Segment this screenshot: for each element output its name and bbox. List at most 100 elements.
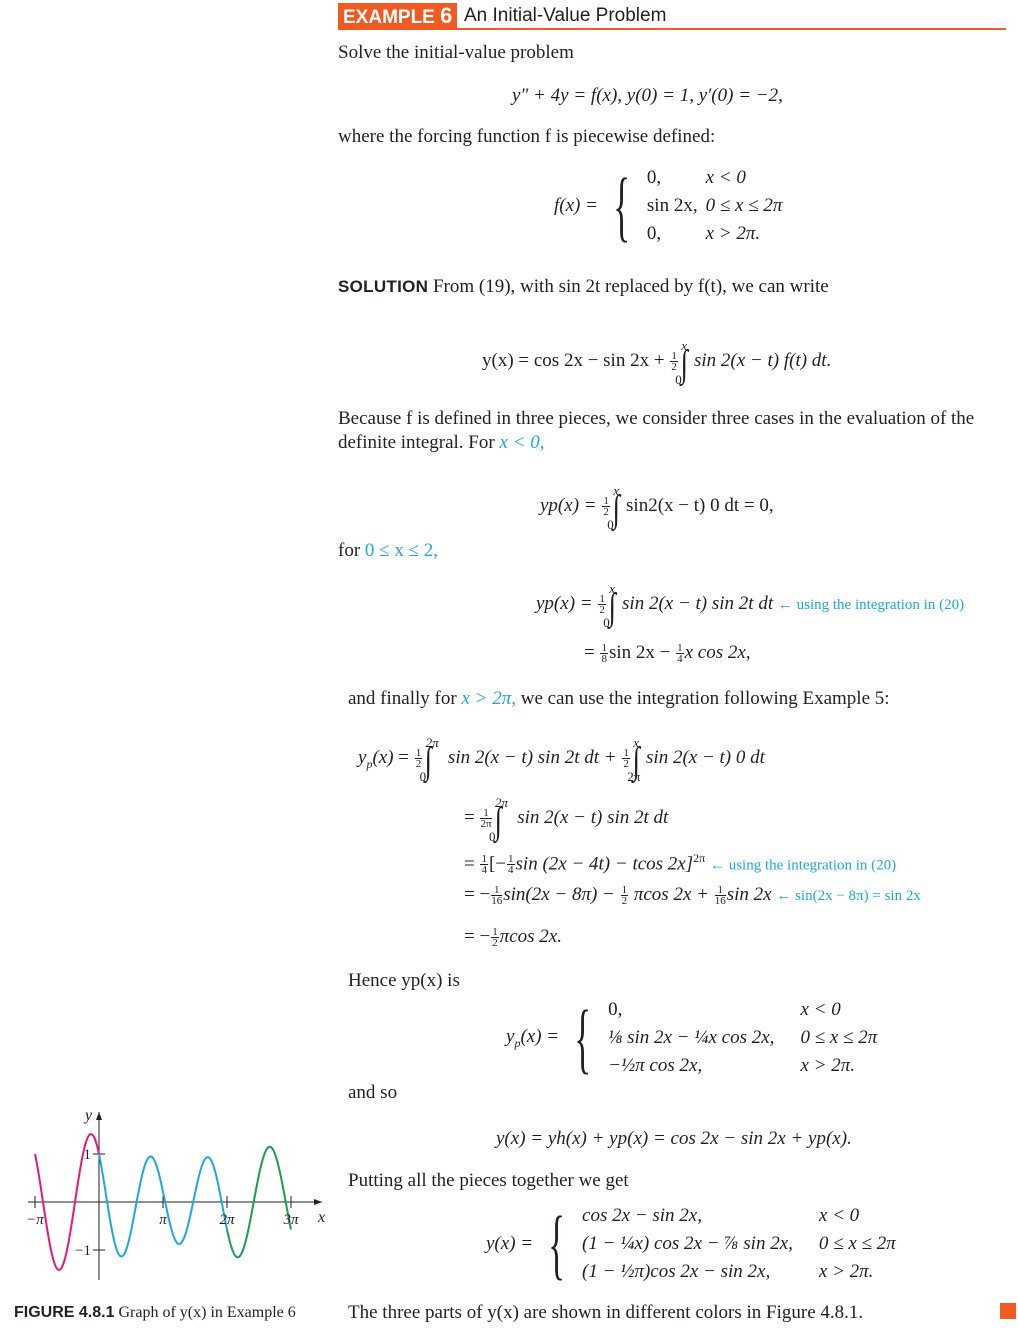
- left-brace: {: [612, 162, 630, 249]
- axes: [28, 1112, 322, 1280]
- case-cond: x > 2π.: [818, 1261, 874, 1282]
- case-expr: ⅛ sin 2x − ¼x cos 2x,: [608, 1027, 775, 1048]
- condition-middle: 0 ≤ x ≤ 2,: [364, 540, 439, 561]
- eq-integrand: sin 2(x − t) sin 2t dt: [622, 593, 774, 614]
- x-axis-label: x: [317, 1209, 325, 1226]
- case-expr: −½π cos 2x,: [608, 1055, 703, 1076]
- case-expr: sin 2x,: [646, 195, 698, 216]
- case-expr: 0,: [646, 167, 662, 188]
- example-tag-number: 6: [440, 3, 453, 28]
- note-sin-identity: ← sin(2x − 8π) = sin 2x: [776, 888, 921, 904]
- yp-large-line4: = −1 16 sin(2x − 8π) − 12 πcos 2x + 1 16 sin…: [464, 884, 921, 908]
- yp-cases: 0, x < 0 ⅛ sin 2x − ¼x cos 2x, 0 ≤ x ≤ 2π …: [606, 996, 883, 1080]
- eq-part: sin 2(x − t) sin 2t dt: [517, 807, 669, 828]
- left-brace: {: [548, 1200, 565, 1287]
- eq-part: sin 2x: [726, 884, 772, 905]
- note-integration: ← using the integration in (20): [777, 597, 965, 613]
- eq-part: πcos 2x +: [629, 884, 714, 905]
- fraction-half: 12: [670, 350, 678, 374]
- y-tick-label: 1: [84, 1147, 92, 1163]
- eq-part: sin (2x − 4t) − tcos 2x]: [515, 853, 694, 875]
- eq-integrand: sin 2(x − t) f(t) dt.: [693, 350, 832, 371]
- result-part: sin 2x −: [608, 642, 676, 663]
- because-line: Because f is defined in three pieces, we…: [338, 408, 975, 429]
- x-tick-label: 3π: [282, 1212, 299, 1228]
- y-cases: cos 2x − sin 2x, x < 0 (1 − ¼x) cos 2x − …: [580, 1202, 902, 1286]
- eq-part: πcos 2x.: [499, 926, 562, 947]
- condition-large: x > 2π,: [461, 688, 516, 709]
- case-cond: x < 0: [800, 999, 841, 1020]
- example-tag: EXAMPLE 6: [338, 3, 458, 29]
- y-sum-equation: y(x) = yh(x) + yp(x) = cos 2x − sin 2x +…: [496, 1128, 852, 1149]
- case-cond: x > 2π.: [800, 1055, 855, 1076]
- ivp-equation: y″ + 4y = f(x), y(0) = 1, y′(0) = −2,: [512, 85, 783, 106]
- for-text: for: [338, 540, 365, 561]
- for-line: for 0 ≤ x ≤ 2,: [338, 540, 438, 562]
- eq-part: [−: [488, 853, 507, 875]
- definite-line: definite integral. For x < 0,: [338, 432, 544, 454]
- condition-negative: x < 0,: [499, 432, 545, 453]
- solution-text: From (19), with sin 2t replaced by f(t),…: [432, 276, 829, 297]
- y-axis-arrow: [96, 1112, 102, 1120]
- case-cond: x < 0: [705, 167, 746, 188]
- and-so-line: and so: [348, 1082, 398, 1103]
- yp-large-line2: = 1 2π ∫ 2π 0 sin 2(x − t) sin 2t dt: [464, 795, 669, 844]
- closing-line: The three parts of y(x) are shown in dif…: [348, 1302, 864, 1323]
- example-tag-word: EXAMPLE: [343, 7, 435, 28]
- solution-label: SOLUTION: [338, 277, 429, 296]
- eq-part: sin 2(x − t) 0 dt: [646, 747, 765, 768]
- fraction-half: 12: [598, 593, 606, 617]
- example-title: An Initial-Value Problem: [464, 5, 667, 26]
- yp-middle-equation: yp(x) = 1 2 ∫ x 0 sin 2(x − t) sin 2t dt ← u…: [536, 581, 965, 630]
- case-expr: (1 − ½π)cos 2x − sin 2x,: [582, 1261, 771, 1282]
- yp-large-line3: = 1 4 [− 1 4 sin (2x − 4t) − tcos 2x]2π ← usi…: [464, 851, 897, 877]
- x-tick-label: 2π: [219, 1212, 235, 1228]
- case-expr: 0,: [608, 999, 623, 1020]
- finally-line: and finally for x > 2π, we can use the i…: [348, 688, 890, 710]
- fraction-half: 12: [602, 495, 610, 519]
- yp-middle-result: = 1 8 sin 2x − 14x cos 2x,: [584, 642, 751, 666]
- x-axis-arrow: [314, 1199, 322, 1205]
- note-integration: ← using the integration in (20): [709, 857, 897, 874]
- case-cond: 0 ≤ x ≤ 2π: [818, 1233, 896, 1254]
- case-cond: 0 ≤ x ≤ 2π: [705, 195, 783, 216]
- figure-graph: −π π 2π 3π 1 −1 x y: [26, 1107, 325, 1280]
- eq-lhs: y(x) = cos 2x − sin 2x +: [482, 350, 670, 371]
- yp-large-line1: yp(x) = 1 2 ∫ 2π 0 sin 2(x − t) sin 2t dt + …: [358, 735, 765, 784]
- yp-negative-equation: yp(x) = 1 2 ∫ x 0 sin2(x − t) 0 dt = 0,: [540, 483, 774, 532]
- tick-labels: −π π 2π 3π 1 −1 x y: [26, 1107, 325, 1259]
- forcing-lhs: f(x) =: [554, 195, 598, 216]
- eq-part: sin 2(x − t) sin 2t dt +: [447, 747, 622, 768]
- y-tick-label: −1: [75, 1243, 91, 1259]
- result-part: x cos 2x,: [684, 642, 751, 663]
- case-expr: 0,: [646, 223, 662, 244]
- left-brace: {: [574, 994, 592, 1081]
- definite-text: definite integral. For: [338, 432, 500, 453]
- case-cond: 0 ≤ x ≤ 2π: [800, 1027, 878, 1048]
- forcing-intro: where the forcing function f is piecewis…: [338, 126, 716, 147]
- general-solution-equation: y(x) = cos 2x − sin 2x + 1 2 ∫ x 0 sin 2(x −…: [482, 338, 832, 387]
- x-tick-label: −π: [26, 1212, 44, 1228]
- yp-large-line5: = −1 2 πcos 2x.: [464, 926, 562, 950]
- intro-line: Solve the initial-value problem: [338, 42, 574, 63]
- hence-line: Hence yp(x) is: [348, 970, 460, 991]
- yp-cases-equation: yp(x) = { 0, x < 0 ⅛ sin 2x − ¼x cos 2x, 0…: [506, 996, 883, 1080]
- solution-intro: SOLUTION From (19), with sin 2t replaced…: [338, 276, 829, 298]
- forcing-cases: 0, x < 0 sin 2x, 0 ≤ x ≤ 2π 0, x > 2π.: [645, 164, 789, 248]
- forcing-definition: f(x) = { 0, x < 0 sin 2x, 0 ≤ x ≤ 2π 0, x >…: [554, 164, 788, 248]
- y-axis-label: y: [83, 1107, 93, 1124]
- putting-line: Putting all the pieces together we get: [348, 1170, 629, 1191]
- x-tick-label: π: [159, 1212, 167, 1228]
- case-expr: cos 2x − sin 2x,: [582, 1205, 702, 1226]
- case-expr: (1 − ¼x) cos 2x − ⅞ sin 2x,: [582, 1233, 793, 1254]
- figure-caption: FIGURE 4.8.1 Graph of y(x) in Example 6: [14, 1304, 296, 1322]
- y-cases-equation: y(x) = { cos 2x − sin 2x, x < 0 (1 − ¼x) …: [486, 1202, 902, 1286]
- eq-part: sin(2x − 8π) −: [503, 884, 620, 905]
- case-cond: x > 2π.: [705, 223, 761, 244]
- case-cond: x < 0: [818, 1205, 860, 1226]
- finally-text: we can use the integration following Exa…: [515, 688, 890, 709]
- end-of-example-marker: [1000, 1303, 1016, 1319]
- eq-lhs: yp(x) =: [536, 593, 598, 614]
- caption-label: FIGURE 4.8.1: [14, 1304, 115, 1321]
- caption-text: Graph of y(x) in Example 6: [118, 1304, 296, 1321]
